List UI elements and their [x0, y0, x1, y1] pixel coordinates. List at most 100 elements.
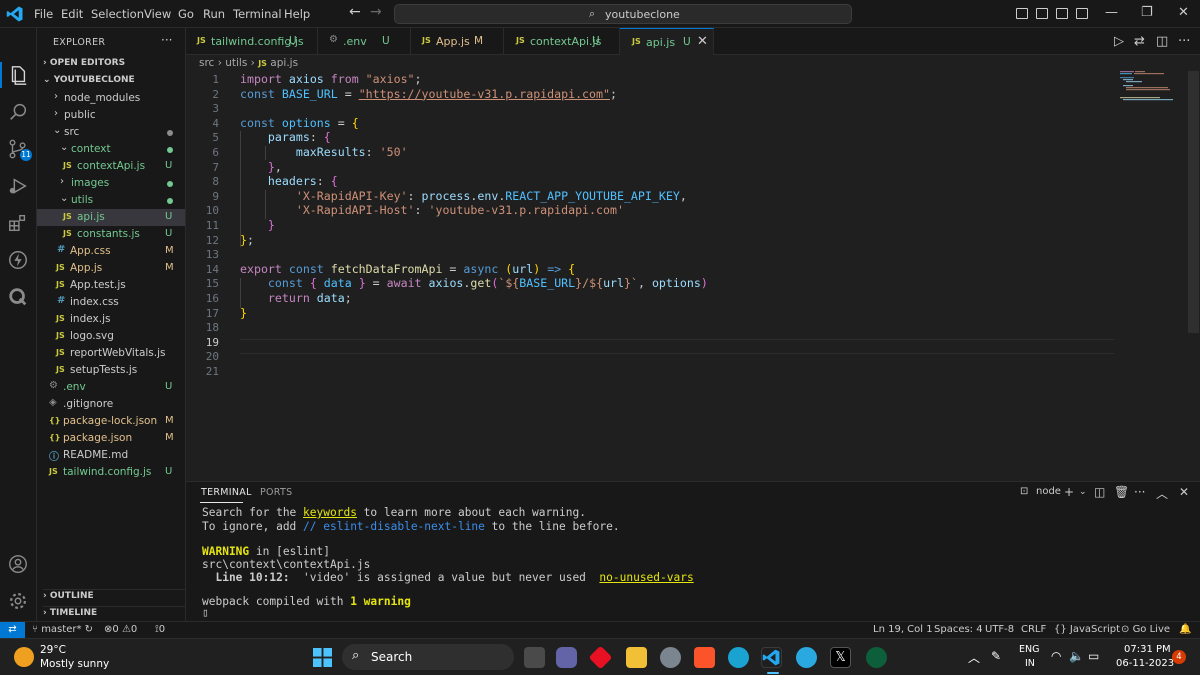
- toggle-panel-icon[interactable]: [1036, 8, 1048, 19]
- open-editors-section[interactable]: › OPEN EDITORS: [43, 58, 125, 68]
- minimize-icon[interactable]: —: [1105, 5, 1118, 20]
- menu-view[interactable]: View: [144, 7, 171, 21]
- tree-item-logo-svg[interactable]: JS logo.svg: [37, 328, 185, 345]
- terminal-shell-label[interactable]: node: [1036, 486, 1061, 497]
- notifications-bell-icon[interactable]: 🔔: [1179, 624, 1191, 635]
- encoding-status[interactable]: UTF-8: [985, 624, 1014, 635]
- vscode-logo-icon[interactable]: [6, 5, 24, 23]
- pen-tray-icon[interactable]: ✎: [991, 649, 1001, 663]
- remote-indicator-icon[interactable]: ⇄: [0, 622, 25, 639]
- close-window-icon[interactable]: ✕: [1178, 5, 1189, 20]
- tree-item-context[interactable]: ⌄ context: [37, 141, 185, 158]
- branch-status[interactable]: ⑂ master* ↻: [32, 624, 93, 635]
- menu-selection[interactable]: Selection: [91, 7, 144, 21]
- close-panel-icon[interactable]: ✕: [1179, 485, 1189, 499]
- menu-run[interactable]: Run: [203, 7, 225, 21]
- trash-icon[interactable]: 🗑: [1114, 485, 1129, 499]
- notification-count-badge[interactable]: 4: [1172, 650, 1186, 664]
- thunder-client-icon[interactable]: [7, 249, 29, 271]
- clock-time[interactable]: 07:31 PM: [1124, 644, 1171, 655]
- tree-item-images[interactable]: › images: [37, 175, 185, 192]
- tree-item-env[interactable]: ⚙ .env U: [37, 379, 185, 396]
- split-editor-icon[interactable]: ◫: [1156, 34, 1168, 49]
- tree-item-src[interactable]: ⌄ src: [37, 124, 185, 141]
- file-explorer-icon[interactable]: [626, 647, 647, 668]
- run-file-icon[interactable]: ▷: [1114, 34, 1124, 49]
- toggle-sidebar-icon[interactable]: [1016, 8, 1028, 19]
- account-icon[interactable]: [7, 553, 29, 575]
- timeline-section[interactable]: › TIMELINE: [43, 606, 185, 618]
- remote-explorer-icon[interactable]: [7, 286, 29, 308]
- menu-help[interactable]: Help: [284, 7, 310, 21]
- tree-item-readme-md[interactable]: ⓘ README.md: [37, 447, 185, 464]
- menu-go[interactable]: Go: [178, 7, 194, 21]
- toggle-secondary-sidebar-icon[interactable]: [1056, 8, 1068, 19]
- maximize-panel-icon[interactable]: ︿: [1156, 485, 1168, 502]
- extensions-icon[interactable]: [7, 212, 29, 234]
- vscode-taskbar-icon[interactable]: [761, 647, 782, 668]
- show-hidden-icons-chevron-icon[interactable]: ︿: [968, 649, 980, 666]
- tab-ports[interactable]: PORTS: [260, 487, 292, 498]
- compare-changes-icon[interactable]: ⇄: [1134, 34, 1145, 49]
- weather-description[interactable]: Mostly sunny: [40, 658, 109, 670]
- tab-tailwind-config-js[interactable]: JS tailwind.config.js U: [186, 28, 318, 55]
- windows-start-icon[interactable]: [313, 648, 332, 667]
- terminal-link[interactable]: keywords: [303, 506, 357, 519]
- mongodb-compass-icon[interactable]: [866, 647, 887, 668]
- project-section[interactable]: ⌄ YOUTUBECLONE: [43, 75, 135, 85]
- wifi-icon[interactable]: ◠: [1051, 649, 1061, 663]
- brave-browser-icon[interactable]: [694, 647, 715, 668]
- terminal-link[interactable]: no-unused-vars: [599, 571, 693, 584]
- split-terminal-icon[interactable]: ◫: [1094, 485, 1105, 499]
- tab-app-js[interactable]: JS App.js M: [411, 28, 504, 55]
- explorer-icon[interactable]: [7, 64, 29, 86]
- outline-section[interactable]: › OUTLINE: [43, 589, 185, 601]
- editor-scrollbar[interactable]: [1188, 71, 1199, 333]
- edge-browser-icon[interactable]: [728, 647, 749, 668]
- menu-terminal[interactable]: Terminal: [233, 7, 282, 21]
- tab-api-js[interactable]: JS api.js U ✕: [620, 28, 714, 55]
- tree-item-index-js[interactable]: JS index.js: [37, 311, 185, 328]
- search-icon[interactable]: [7, 101, 29, 123]
- tree-item-package-lock-json[interactable]: {} package-lock.json M: [37, 413, 185, 430]
- volume-icon[interactable]: 🔈: [1069, 649, 1084, 663]
- tree-item-reportwebvitals-js[interactable]: JS reportWebVitals.js: [37, 345, 185, 362]
- tab-terminal[interactable]: TERMINAL: [201, 487, 252, 498]
- settings-gear-icon[interactable]: [7, 590, 29, 612]
- problems-status[interactable]: ⊗0 ⚠0: [104, 624, 137, 635]
- indentation-status[interactable]: Spaces: 4: [934, 624, 983, 635]
- breadcrumb-file[interactable]: api.js: [270, 57, 298, 69]
- battery-icon[interactable]: ▭: [1088, 649, 1099, 663]
- tree-item-tailwind-config-js[interactable]: JS tailwind.config.js U: [37, 464, 185, 481]
- breadcrumb[interactable]: src › utils › JS api.js: [199, 57, 298, 69]
- run-debug-icon[interactable]: [7, 175, 29, 197]
- task-view-icon[interactable]: [524, 647, 545, 668]
- tree-item-app-js[interactable]: JS App.js M: [37, 260, 185, 277]
- tab-env[interactable]: ⚙ .env U: [318, 28, 411, 55]
- weather-temperature[interactable]: 29°C: [40, 644, 66, 656]
- more-actions-icon[interactable]: ···: [1178, 34, 1190, 49]
- tree-item-node-modules[interactable]: › node_modules: [37, 90, 185, 107]
- breadcrumb-src[interactable]: src: [199, 57, 214, 69]
- menu-edit[interactable]: Edit: [61, 7, 83, 21]
- tree-item-utils[interactable]: ⌄ utils: [37, 192, 185, 209]
- clock-date[interactable]: 06-11-2023: [1116, 658, 1174, 669]
- tree-item-app-css[interactable]: # App.css M: [37, 243, 185, 260]
- cursor-position[interactable]: Ln 19, Col 1: [873, 624, 933, 635]
- taskbar-search[interactable]: ⌕ Search: [342, 644, 514, 670]
- tree-item-public[interactable]: › public: [37, 107, 185, 124]
- tree-item-contextapi-js[interactable]: JS contextApi.js U: [37, 158, 185, 175]
- new-terminal-plus-icon[interactable]: +: [1064, 485, 1074, 499]
- tree-item-api-js[interactable]: JS api.js U: [37, 209, 185, 226]
- weather-sun-icon[interactable]: [14, 647, 34, 667]
- tree-item-app-test-js[interactable]: JS App.test.js: [37, 277, 185, 294]
- language-status[interactable]: {} JavaScript: [1054, 624, 1120, 635]
- command-center-search[interactable]: ⌕ youtubeclone: [394, 4, 852, 24]
- app-red-diamond-icon[interactable]: [588, 645, 613, 670]
- help-app-icon[interactable]: [796, 647, 817, 668]
- code-editor[interactable]: 1 2 3 4 5 6 7 8 9 10 11 12 13 14 15 16 1…: [186, 71, 1200, 481]
- tree-item-gitignore[interactable]: ◈ .gitignore: [37, 396, 185, 413]
- settings-gear-icon[interactable]: [660, 647, 681, 668]
- tree-item-package-json[interactable]: {} package.json M: [37, 430, 185, 447]
- ports-status[interactable]: ⟟0: [155, 624, 165, 635]
